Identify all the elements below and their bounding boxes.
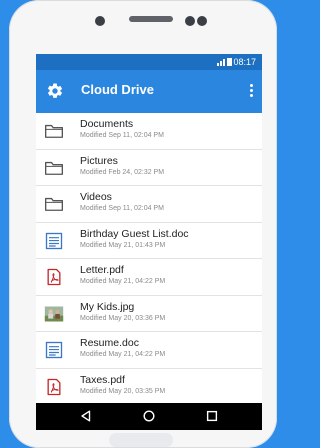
document-icon: [45, 341, 63, 359]
photo-thumbnail: [44, 306, 64, 321]
app-bar: Cloud Drive: [36, 70, 262, 113]
signal-icon: [217, 58, 226, 68]
screen: 08:17 Cloud Drive Documents Modified Sep…: [36, 54, 262, 430]
list-item[interactable]: Birthday Guest List.doc Modified May 21,…: [36, 223, 262, 259]
status-time: 08:17: [233, 57, 256, 67]
file-modified: Modified Sep 11, 02:04 PM: [80, 205, 164, 212]
file-modified: Modified Feb 24, 02:32 PM: [80, 168, 165, 176]
list-item[interactable]: Documents Modified Sep 11, 02:04 PM: [36, 113, 262, 150]
status-bar: 08:17: [36, 54, 262, 70]
list-item[interactable]: Resume.doc Modified May 21, 04:22 PM: [36, 332, 262, 369]
recents-icon[interactable]: [205, 409, 219, 423]
file-name: Taxes.pdf: [80, 373, 125, 386]
file-modified: Modified May 21, 01:43 PM: [80, 241, 166, 249]
system-nav-bar: [36, 403, 262, 430]
folder-icon: [45, 124, 63, 138]
folder-icon: [45, 197, 63, 211]
back-icon[interactable]: [79, 409, 93, 423]
earpiece-speaker: [129, 16, 173, 22]
list-item[interactable]: My Kids.jpg Modified May 20, 03:36 PM: [36, 296, 262, 332]
document-icon: [45, 232, 63, 249]
file-list: Documents Modified Sep 11, 02:04 PM Pict…: [36, 113, 262, 403]
hardware-home-button[interactable]: [109, 433, 173, 447]
file-name: Pictures: [80, 154, 118, 167]
file-modified: Modified May 21, 04:22 PM: [80, 278, 166, 285]
list-item[interactable]: Videos Modified Sep 11, 02:04 PM: [36, 186, 262, 223]
file-modified: Modified May 20, 03:36 PM: [80, 314, 166, 322]
file-name: Documents: [80, 118, 134, 130]
file-modified: Modified May 21, 04:22 PM: [80, 351, 166, 358]
front-camera: [185, 16, 195, 26]
phone-frame: 08:17 Cloud Drive Documents Modified Sep…: [9, 0, 277, 448]
file-name: My Kids.jpg: [80, 300, 135, 313]
file-name: Resume.doc: [80, 337, 139, 349]
file-name: Birthday Guest List.doc: [80, 227, 189, 240]
gear-icon[interactable]: [46, 82, 64, 100]
light-sensor: [197, 16, 207, 26]
battery-icon: [227, 58, 232, 66]
pdf-icon: [47, 378, 61, 395]
folder-icon: [45, 161, 63, 175]
file-modified: Modified May 20, 03:35 PM: [80, 387, 166, 395]
list-item[interactable]: Pictures Modified Feb 24, 02:32 PM: [36, 150, 262, 186]
app-title: Cloud Drive: [81, 82, 154, 97]
home-icon[interactable]: [142, 409, 156, 423]
proximity-sensor: [95, 16, 105, 26]
list-item[interactable]: Taxes.pdf Modified May 20, 03:35 PM: [36, 369, 262, 404]
file-modified: Modified Sep 11, 02:04 PM: [80, 132, 164, 139]
file-name: Videos: [80, 191, 112, 203]
list-item[interactable]: Letter.pdf Modified May 21, 04:22 PM: [36, 259, 262, 296]
file-name: Letter.pdf: [80, 264, 124, 276]
more-vert-icon[interactable]: [248, 82, 254, 100]
pdf-icon: [47, 268, 61, 286]
